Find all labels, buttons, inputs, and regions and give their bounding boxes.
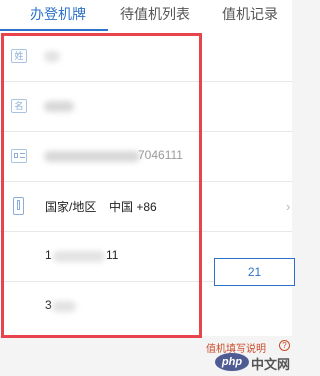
- given-name-row[interactable]: 名: [0, 82, 292, 132]
- name-icon: 姓: [11, 49, 27, 63]
- checkin-form: 姓 名 7046111 国家/地区 中国 +86 › 1 11 3: [0, 32, 292, 336]
- watermark-text: 中文网: [251, 357, 291, 372]
- country-code-value[interactable]: 中国 +86: [109, 198, 157, 215]
- country-row[interactable]: 国家/地区 中国 +86 ›: [0, 182, 292, 232]
- surname-field-redacted[interactable]: [44, 51, 60, 62]
- active-tab-indicator: [0, 29, 108, 31]
- get-code-button[interactable]: 21: [214, 258, 295, 286]
- tab-bar: 办登机牌 待值机列表 值机记录: [0, 0, 292, 33]
- phone-redacted: [53, 251, 105, 262]
- given-name-field-redacted[interactable]: [44, 101, 74, 112]
- surname-row[interactable]: 姓: [0, 32, 292, 82]
- chevron-right-icon[interactable]: ›: [286, 199, 290, 214]
- id-number-row[interactable]: 7046111: [0, 132, 292, 182]
- phone-icon: [13, 197, 24, 215]
- phone-suffix[interactable]: 11: [106, 248, 118, 262]
- php-logo: php: [215, 353, 249, 371]
- help-icon[interactable]: ?: [279, 340, 290, 351]
- code-row[interactable]: 3: [0, 282, 292, 332]
- country-label: 国家/地区: [45, 200, 97, 214]
- id-card-icon: [11, 149, 27, 163]
- id-number-visible-digits[interactable]: 7046111: [138, 148, 183, 162]
- name-icon: 名: [11, 99, 27, 113]
- code-redacted[interactable]: [52, 301, 76, 312]
- phone-prefix: 1: [45, 248, 52, 262]
- code-prefix: 3: [45, 298, 52, 312]
- id-number-redacted: [44, 151, 140, 162]
- tab-checkin-history[interactable]: 值机记录: [222, 0, 278, 31]
- tab-pending-checkin[interactable]: 待值机列表: [120, 0, 190, 31]
- tab-boarding-pass[interactable]: 办登机牌: [30, 0, 86, 31]
